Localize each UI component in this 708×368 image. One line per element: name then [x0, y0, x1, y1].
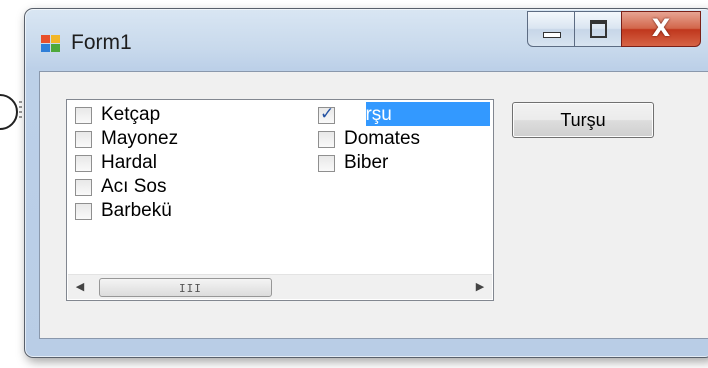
list-item-label: Acı Sos: [101, 176, 167, 197]
list-item-label: Turşu: [344, 104, 392, 125]
caption-buttons: X: [527, 11, 701, 47]
tursu-button[interactable]: Turşu: [512, 102, 654, 138]
checkbox[interactable]: [318, 130, 335, 148]
cropped-annotation-circle: [0, 94, 18, 130]
minimize-button[interactable]: [527, 11, 575, 47]
list-item-barbeku[interactable]: Barbekü: [75, 199, 172, 223]
list-item-label: Barbekü: [101, 200, 172, 221]
list-item-label: Mayonez: [101, 128, 179, 149]
app-form-icon: [41, 35, 61, 53]
window-title: Form1: [71, 31, 132, 54]
scroll-right-arrow-icon[interactable]: ▶: [468, 275, 492, 299]
list-item-domates[interactable]: Domates: [318, 127, 420, 151]
scroll-thumb-grip: III: [179, 282, 202, 295]
checked-list-box[interactable]: Ketçap Mayonez Hardal Acı Sos Barbekü Tu…: [66, 99, 494, 301]
checkbox[interactable]: [75, 154, 92, 172]
checkbox[interactable]: [318, 154, 335, 172]
cropped-dotted-marker: [19, 101, 22, 119]
checkbox-checked[interactable]: [318, 104, 335, 124]
close-button[interactable]: X: [621, 11, 701, 47]
list-item-mayonez[interactable]: Mayonez: [75, 127, 178, 151]
close-icon: X: [651, 14, 671, 42]
list-item-label: Ketçap: [101, 104, 161, 125]
maximize-button[interactable]: [574, 11, 622, 47]
list-item-ketcap[interactable]: Ketçap: [75, 103, 160, 127]
list-item-label: Domates: [344, 128, 421, 149]
form-window: Form1 X Ketçap Mayonez Hardal Acı Sos Ba…: [24, 8, 708, 358]
maximize-icon: [590, 20, 607, 38]
checkbox[interactable]: [75, 178, 92, 196]
minimize-icon: [543, 32, 561, 38]
list-item-biber[interactable]: Biber: [318, 151, 388, 175]
list-item-label: Biber: [344, 152, 389, 173]
scroll-left-arrow-icon[interactable]: ◀: [68, 275, 92, 299]
list-item-hardal[interactable]: Hardal: [75, 151, 157, 175]
list-item-label: Hardal: [101, 152, 157, 173]
scroll-thumb[interactable]: III: [99, 278, 272, 297]
list-item-aci-sos[interactable]: Acı Sos: [75, 175, 166, 199]
checkbox[interactable]: [75, 130, 92, 148]
horizontal-scrollbar[interactable]: ◀ III ▶: [68, 274, 492, 299]
form-client-area: Ketçap Mayonez Hardal Acı Sos Barbekü Tu…: [39, 71, 708, 339]
checkbox[interactable]: [75, 202, 92, 220]
list-item-tursu[interactable]: Turşu: [318, 103, 392, 127]
checkbox[interactable]: [75, 106, 92, 124]
